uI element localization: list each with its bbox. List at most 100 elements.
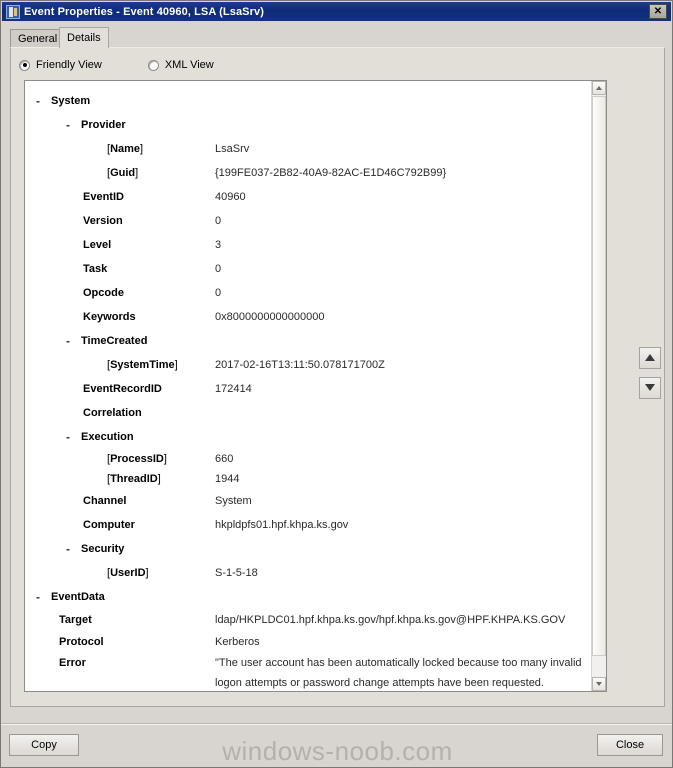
field-value-target: ldap/HKPLDC01.hpf.khpa.ks.gov/hpf.khpa.k…: [215, 614, 566, 626]
next-event-button[interactable]: [639, 377, 661, 399]
collapse-icon[interactable]: -: [63, 113, 73, 137]
tab-general[interactable]: General: [10, 29, 66, 47]
close-icon: ✕: [653, 6, 663, 17]
field-label-threadid-text: ThreadID: [110, 473, 158, 485]
field-value-level: 3: [215, 239, 222, 251]
field-label-version: Version: [83, 215, 123, 227]
field-label-processid-text: ProcessID: [110, 453, 164, 465]
event-viewer-icon: [6, 4, 20, 19]
previous-event-button[interactable]: [639, 347, 661, 369]
title-bar: Event Properties - Event 40960, LSA (Lsa…: [2, 2, 671, 21]
detail-row-version: Version 0: [25, 209, 591, 233]
node-label-system: System: [51, 95, 91, 107]
detail-row-channel: Channel System: [25, 489, 591, 513]
field-label-level: Level: [83, 239, 112, 251]
radio-xml-view[interactable]: XML View: [147, 59, 214, 71]
event-details-content: - System - Provider [Name] LsaSrv [Guid]…: [25, 81, 591, 691]
field-label-userid: [UserID]: [107, 567, 149, 579]
field-label-keywords: Keywords: [83, 311, 136, 323]
node-label-security: Security: [81, 543, 125, 555]
tree-node-security[interactable]: - Security: [25, 537, 591, 561]
tree-node-system[interactable]: - System: [25, 89, 591, 113]
field-label-eventrecordid: EventRecordID: [83, 383, 162, 395]
window-close-button[interactable]: ✕: [649, 4, 667, 19]
view-mode-radio-group: Friendly View XML View: [19, 56, 260, 74]
event-details-panel: - System - Provider [Name] LsaSrv [Guid]…: [24, 80, 607, 692]
arrow-up-icon: [645, 354, 655, 361]
field-value-threadid: 1944: [215, 473, 240, 485]
detail-row-computer: Computer hkpldpfs01.hpf.khpa.ks.gov: [25, 513, 591, 537]
field-label-systemtime: [SystemTime]: [107, 359, 178, 371]
field-label-error: Error: [59, 657, 86, 669]
detail-row-eventrecordid: EventRecordID 172414: [25, 377, 591, 401]
detail-row-processid: [ProcessID] 660: [25, 449, 591, 469]
field-value-eventid: 40960: [215, 191, 246, 203]
field-value-computer: hkpldpfs01.hpf.khpa.ks.gov: [215, 519, 349, 531]
field-label-target: Target: [59, 614, 92, 626]
field-value-processid: 660: [215, 453, 234, 465]
radio-friendly-view[interactable]: Friendly View: [19, 59, 102, 71]
detail-row-level: Level 3: [25, 233, 591, 257]
field-label-correlation: Correlation: [83, 407, 142, 419]
details-vertical-scrollbar[interactable]: [591, 81, 606, 691]
field-value-eventrecordid: 172414: [215, 383, 252, 395]
field-label-userid-text: UserID: [110, 567, 146, 579]
collapse-icon[interactable]: -: [63, 329, 73, 353]
field-value-systemtime: 2017-02-16T13:11:50.078171700Z: [215, 359, 385, 371]
detail-row-userid: [UserID] S-1-5-18: [25, 561, 591, 585]
field-value-version: 0: [215, 215, 222, 227]
tree-node-provider[interactable]: - Provider: [25, 113, 591, 137]
field-value-task: 0: [215, 263, 222, 275]
field-value-keywords: 0x8000000000000000: [215, 311, 325, 323]
watermark: windows-noob.com: [222, 736, 453, 766]
close-button[interactable]: Close: [597, 734, 663, 756]
field-value-guid: {199FE037-2B82-40A9-82AC-E1D46C792B99}: [215, 167, 447, 179]
field-label-guid-text: Guid: [110, 167, 136, 179]
tab-strip: General Details: [10, 27, 665, 48]
caret-down-icon: [596, 682, 602, 686]
detail-row-name: [Name] LsaSrv: [25, 137, 591, 161]
tree-node-execution[interactable]: - Execution: [25, 425, 591, 449]
field-label-task: Task: [83, 263, 108, 275]
details-tab-page: Friendly View XML View - System - Provid…: [10, 47, 665, 707]
detail-row-target: Target ldap/HKPLDC01.hpf.khpa.ks.gov/hpf…: [25, 609, 591, 631]
collapse-icon[interactable]: -: [63, 425, 73, 449]
detail-row-error: Error "The user account has been automat…: [25, 653, 591, 691]
field-label-channel: Channel: [83, 495, 127, 507]
radio-selected-icon: [19, 59, 30, 71]
detail-row-opcode: Opcode 0: [25, 281, 591, 305]
event-properties-dialog: Event Properties - Event 40960, LSA (Lsa…: [0, 0, 673, 768]
field-value-channel: System: [215, 495, 252, 507]
field-label-opcode: Opcode: [83, 287, 124, 299]
radio-friendly-view-label: Friendly View: [36, 59, 102, 71]
field-value-protocol: Kerberos: [215, 636, 260, 648]
detail-row-systemtime: [SystemTime] 2017-02-16T13:11:50.0781717…: [25, 353, 591, 377]
node-label-timecreated: TimeCreated: [81, 335, 148, 347]
scrollbar-thumb[interactable]: [592, 96, 606, 656]
detail-row-correlation: Correlation: [25, 401, 591, 425]
field-label-name: [Name]: [107, 143, 144, 155]
footer-separator: [1, 723, 672, 725]
collapse-icon[interactable]: -: [33, 89, 43, 113]
detail-row-guid: [Guid] {199FE037-2B82-40A9-82AC-E1D46C79…: [25, 161, 591, 185]
field-label-protocol: Protocol: [59, 636, 104, 648]
field-label-systemtime-text: SystemTime: [110, 359, 175, 371]
detail-row-eventid: EventID 40960: [25, 185, 591, 209]
field-label-guid: [Guid]: [107, 167, 139, 179]
tree-node-timecreated[interactable]: - TimeCreated: [25, 329, 591, 353]
collapse-icon[interactable]: -: [33, 585, 43, 609]
collapse-icon[interactable]: -: [63, 537, 73, 561]
tree-node-eventdata[interactable]: - EventData: [25, 585, 591, 609]
field-value-error: "The user account has been automatically…: [215, 657, 582, 689]
node-label-provider: Provider: [81, 119, 126, 131]
tab-details[interactable]: Details: [59, 27, 109, 48]
field-value-name: LsaSrv: [215, 143, 250, 155]
radio-xml-view-label: XML View: [164, 59, 214, 71]
field-label-name-text: Name: [110, 143, 141, 155]
window-title: Event Properties - Event 40960, LSA (Lsa…: [24, 5, 264, 18]
scroll-down-button[interactable]: [592, 677, 606, 691]
arrow-down-icon: [645, 384, 655, 391]
copy-button[interactable]: Copy: [9, 734, 79, 756]
node-label-execution: Execution: [81, 431, 134, 443]
scroll-up-button[interactable]: [592, 81, 606, 95]
